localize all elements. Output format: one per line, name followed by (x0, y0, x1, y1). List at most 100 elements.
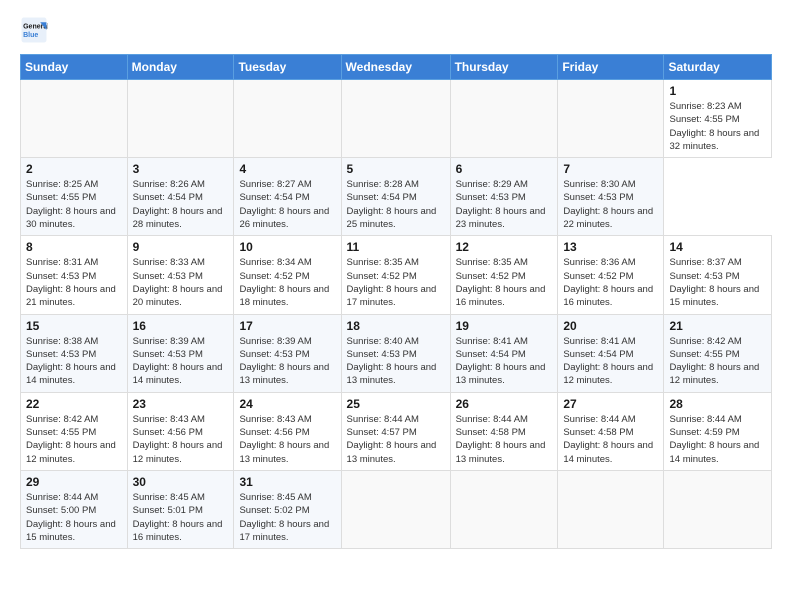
day-info: Sunrise: 8:44 AMSunset: 4:57 PMDaylight:… (347, 413, 445, 466)
table-row: 24 Sunrise: 8:43 AMSunset: 4:56 PMDaylig… (234, 392, 341, 470)
day-info: Sunrise: 8:27 AMSunset: 4:54 PMDaylight:… (239, 178, 335, 231)
day-info: Sunrise: 8:39 AMSunset: 4:53 PMDaylight:… (133, 335, 229, 388)
table-row: 19 Sunrise: 8:41 AMSunset: 4:54 PMDaylig… (450, 314, 558, 392)
calendar-week-row: 29 Sunrise: 8:44 AMSunset: 5:00 PMDaylig… (21, 470, 772, 548)
day-info: Sunrise: 8:37 AMSunset: 4:53 PMDaylight:… (669, 256, 766, 309)
day-number: 30 (133, 475, 229, 489)
table-row (558, 80, 664, 158)
calendar-week-row: 8 Sunrise: 8:31 AMSunset: 4:53 PMDayligh… (21, 236, 772, 314)
day-info: Sunrise: 8:39 AMSunset: 4:53 PMDaylight:… (239, 335, 335, 388)
table-row (664, 470, 772, 548)
calendar-page: General Blue Sunday Monday Tuesday Wedne… (0, 0, 792, 612)
day-info: Sunrise: 8:42 AMSunset: 4:55 PMDaylight:… (26, 413, 122, 466)
day-number: 13 (563, 240, 658, 254)
table-row: 13 Sunrise: 8:36 AMSunset: 4:52 PMDaylig… (558, 236, 664, 314)
day-info: Sunrise: 8:29 AMSunset: 4:53 PMDaylight:… (456, 178, 553, 231)
col-monday: Monday (127, 55, 234, 80)
table-row: 3 Sunrise: 8:26 AMSunset: 4:54 PMDayligh… (127, 158, 234, 236)
day-info: Sunrise: 8:30 AMSunset: 4:53 PMDaylight:… (563, 178, 658, 231)
table-row: 28 Sunrise: 8:44 AMSunset: 4:59 PMDaylig… (664, 392, 772, 470)
day-number: 12 (456, 240, 553, 254)
day-info: Sunrise: 8:35 AMSunset: 4:52 PMDaylight:… (347, 256, 445, 309)
day-info: Sunrise: 8:45 AMSunset: 5:02 PMDaylight:… (239, 491, 335, 544)
table-row: 2 Sunrise: 8:25 AMSunset: 4:55 PMDayligh… (21, 158, 128, 236)
day-number: 10 (239, 240, 335, 254)
day-info: Sunrise: 8:44 AMSunset: 5:00 PMDaylight:… (26, 491, 122, 544)
table-row: 11 Sunrise: 8:35 AMSunset: 4:52 PMDaylig… (341, 236, 450, 314)
calendar-table: Sunday Monday Tuesday Wednesday Thursday… (20, 54, 772, 549)
day-info: Sunrise: 8:44 AMSunset: 4:58 PMDaylight:… (563, 413, 658, 466)
day-number: 14 (669, 240, 766, 254)
day-number: 25 (347, 397, 445, 411)
day-info: Sunrise: 8:44 AMSunset: 4:59 PMDaylight:… (669, 413, 766, 466)
day-info: Sunrise: 8:28 AMSunset: 4:54 PMDaylight:… (347, 178, 445, 231)
header: General Blue (20, 16, 772, 44)
day-info: Sunrise: 8:43 AMSunset: 4:56 PMDaylight:… (133, 413, 229, 466)
table-row (127, 80, 234, 158)
calendar-week-row: 22 Sunrise: 8:42 AMSunset: 4:55 PMDaylig… (21, 392, 772, 470)
table-row: 25 Sunrise: 8:44 AMSunset: 4:57 PMDaylig… (341, 392, 450, 470)
day-info: Sunrise: 8:35 AMSunset: 4:52 PMDaylight:… (456, 256, 553, 309)
col-sunday: Sunday (21, 55, 128, 80)
table-row: 9 Sunrise: 8:33 AMSunset: 4:53 PMDayligh… (127, 236, 234, 314)
day-number: 20 (563, 319, 658, 333)
day-info: Sunrise: 8:33 AMSunset: 4:53 PMDaylight:… (133, 256, 229, 309)
day-number: 29 (26, 475, 122, 489)
table-row: 29 Sunrise: 8:44 AMSunset: 5:00 PMDaylig… (21, 470, 128, 548)
col-thursday: Thursday (450, 55, 558, 80)
day-info: Sunrise: 8:42 AMSunset: 4:55 PMDaylight:… (669, 335, 766, 388)
table-row: 30 Sunrise: 8:45 AMSunset: 5:01 PMDaylig… (127, 470, 234, 548)
day-number: 7 (563, 162, 658, 176)
table-row: 26 Sunrise: 8:44 AMSunset: 4:58 PMDaylig… (450, 392, 558, 470)
day-info: Sunrise: 8:40 AMSunset: 4:53 PMDaylight:… (347, 335, 445, 388)
table-row: 4 Sunrise: 8:27 AMSunset: 4:54 PMDayligh… (234, 158, 341, 236)
svg-text:Blue: Blue (23, 32, 38, 39)
day-number: 5 (347, 162, 445, 176)
col-friday: Friday (558, 55, 664, 80)
calendar-header-row: Sunday Monday Tuesday Wednesday Thursday… (21, 55, 772, 80)
logo: General Blue (20, 16, 52, 44)
day-info: Sunrise: 8:23 AMSunset: 4:55 PMDaylight:… (669, 100, 766, 153)
table-row: 18 Sunrise: 8:40 AMSunset: 4:53 PMDaylig… (341, 314, 450, 392)
table-row: 17 Sunrise: 8:39 AMSunset: 4:53 PMDaylig… (234, 314, 341, 392)
table-row: 8 Sunrise: 8:31 AMSunset: 4:53 PMDayligh… (21, 236, 128, 314)
day-info: Sunrise: 8:45 AMSunset: 5:01 PMDaylight:… (133, 491, 229, 544)
table-row: 6 Sunrise: 8:29 AMSunset: 4:53 PMDayligh… (450, 158, 558, 236)
table-row: 1 Sunrise: 8:23 AMSunset: 4:55 PMDayligh… (664, 80, 772, 158)
table-row: 14 Sunrise: 8:37 AMSunset: 4:53 PMDaylig… (664, 236, 772, 314)
day-number: 11 (347, 240, 445, 254)
col-wednesday: Wednesday (341, 55, 450, 80)
day-number: 24 (239, 397, 335, 411)
table-row: 20 Sunrise: 8:41 AMSunset: 4:54 PMDaylig… (558, 314, 664, 392)
day-info: Sunrise: 8:43 AMSunset: 4:56 PMDaylight:… (239, 413, 335, 466)
day-number: 19 (456, 319, 553, 333)
table-row: 27 Sunrise: 8:44 AMSunset: 4:58 PMDaylig… (558, 392, 664, 470)
day-info: Sunrise: 8:31 AMSunset: 4:53 PMDaylight:… (26, 256, 122, 309)
table-row (21, 80, 128, 158)
table-row: 16 Sunrise: 8:39 AMSunset: 4:53 PMDaylig… (127, 314, 234, 392)
table-row: 7 Sunrise: 8:30 AMSunset: 4:53 PMDayligh… (558, 158, 664, 236)
table-row (234, 80, 341, 158)
day-info: Sunrise: 8:44 AMSunset: 4:58 PMDaylight:… (456, 413, 553, 466)
day-info: Sunrise: 8:34 AMSunset: 4:52 PMDaylight:… (239, 256, 335, 309)
day-number: 18 (347, 319, 445, 333)
day-info: Sunrise: 8:41 AMSunset: 4:54 PMDaylight:… (563, 335, 658, 388)
table-row (558, 470, 664, 548)
calendar-week-row: 15 Sunrise: 8:38 AMSunset: 4:53 PMDaylig… (21, 314, 772, 392)
day-number: 22 (26, 397, 122, 411)
day-number: 2 (26, 162, 122, 176)
table-row: 12 Sunrise: 8:35 AMSunset: 4:52 PMDaylig… (450, 236, 558, 314)
calendar-week-row: 1 Sunrise: 8:23 AMSunset: 4:55 PMDayligh… (21, 80, 772, 158)
col-tuesday: Tuesday (234, 55, 341, 80)
day-info: Sunrise: 8:41 AMSunset: 4:54 PMDaylight:… (456, 335, 553, 388)
day-number: 6 (456, 162, 553, 176)
table-row (450, 470, 558, 548)
calendar-week-row: 2 Sunrise: 8:25 AMSunset: 4:55 PMDayligh… (21, 158, 772, 236)
day-number: 8 (26, 240, 122, 254)
logo-icon: General Blue (20, 16, 48, 44)
day-number: 4 (239, 162, 335, 176)
day-number: 23 (133, 397, 229, 411)
day-number: 21 (669, 319, 766, 333)
table-row: 23 Sunrise: 8:43 AMSunset: 4:56 PMDaylig… (127, 392, 234, 470)
day-info: Sunrise: 8:25 AMSunset: 4:55 PMDaylight:… (26, 178, 122, 231)
